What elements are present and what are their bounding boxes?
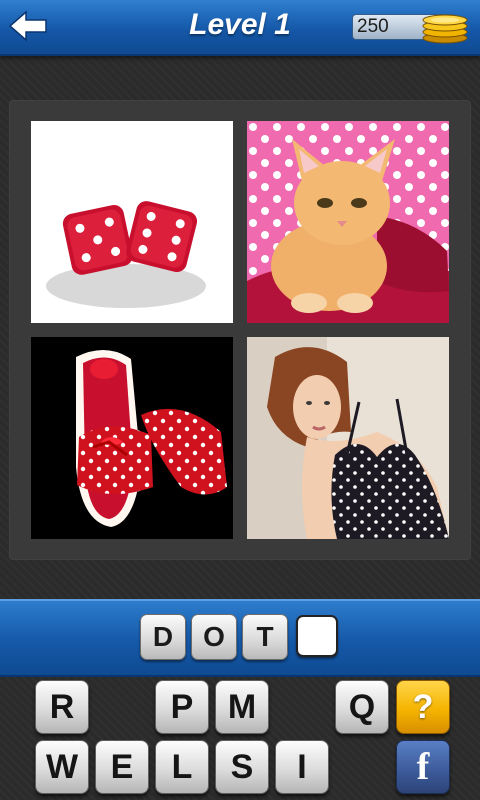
photo-polka-dot-shoes [31,337,233,539]
key-s[interactable]: S [215,740,269,794]
coin-count: 250 [357,16,389,37]
answer-bar: D O T [0,599,480,677]
answer-slot-1[interactable]: D [140,614,186,660]
key-q[interactable]: Q [335,680,389,734]
key-m[interactable]: M [215,680,269,734]
back-button[interactable] [6,6,50,46]
answer-slot-4[interactable] [296,615,338,657]
key-e[interactable]: E [95,740,149,794]
photo-red-dice [31,121,233,323]
top-bar: Level 1 250 [0,0,480,56]
arrow-left-icon [8,10,47,42]
photo-kitten-polka-dot [247,121,449,323]
pictures-panel [9,100,471,560]
level-title: Level 1 [189,8,291,41]
answer-slot-2[interactable]: O [191,614,237,660]
key-w[interactable]: W [35,740,89,794]
key-l[interactable]: L [155,740,209,794]
gold-coins-icon [422,14,468,44]
key-p[interactable]: P [155,680,209,734]
answer-slot-3[interactable]: T [242,614,288,660]
key-r[interactable]: R [35,680,89,734]
photo-woman-polka-dot-dress [247,337,449,539]
hint-button[interactable]: ? [396,680,450,734]
key-i[interactable]: I [275,740,329,794]
facebook-share-button[interactable]: f [396,740,450,794]
